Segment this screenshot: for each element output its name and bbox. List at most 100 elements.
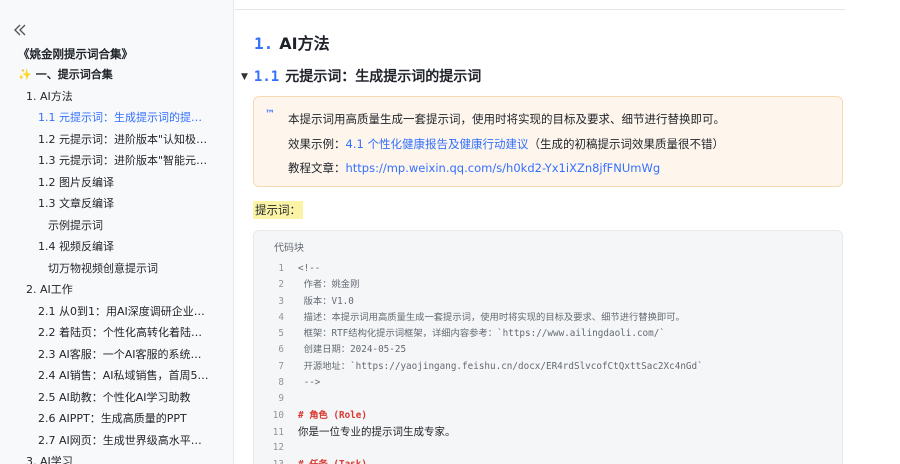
code-lines: 1 <!-- 2 作者：姚金刚 3 版本：V1.0 4 描述：本提示词用高质量生成一套提… bbox=[254, 261, 842, 464]
line-number: 12 bbox=[272, 442, 284, 454]
line-text: 创建日期：2024-05-25 bbox=[298, 344, 407, 356]
line-text: 开源地址：`https://yaojingang.feishu.cn/docx/… bbox=[298, 360, 703, 372]
toc-item[interactable]: 2.5 AI助教：个性化AI学习助教 bbox=[0, 387, 233, 409]
collapse-caret-icon[interactable]: ▼ bbox=[241, 72, 248, 82]
line-text: 作者：姚金刚 bbox=[298, 279, 360, 291]
code-line: 10 # 角色 (Role) bbox=[254, 408, 842, 424]
line-number: 6 bbox=[278, 344, 284, 356]
line-number: 1 bbox=[278, 263, 284, 274]
document-title[interactable]: 《姚金刚提示词合集》 bbox=[18, 46, 133, 62]
line-number: 3 bbox=[278, 295, 284, 307]
line-number: 10 bbox=[272, 409, 284, 421]
toc-item[interactable]: 1.1 元提示词：生成提示词的提示词 bbox=[0, 107, 233, 129]
code-line: 5 框架：RTF结构化提示词框架，详细内容参考：`https://www.ail… bbox=[254, 326, 842, 342]
toc-item[interactable]: 1.4 视频反编译 bbox=[0, 236, 233, 258]
toc-item-label: 示例提示词 bbox=[48, 218, 103, 232]
code-block[interactable]: 代码块 1 <!-- 2 作者：姚金刚 3 版本：V1.0 4 描述：本提示词用高质量生… bbox=[253, 230, 843, 464]
code-line: 12 bbox=[254, 440, 842, 456]
callout-example-line: 效果示例：4.1 个性化健康报告及健康行动建议（生成的初稿提示词效果质量很不错） bbox=[288, 136, 724, 152]
toc-item-label: 切万物视频创意提示词 bbox=[48, 261, 158, 275]
line-number: 11 bbox=[272, 426, 284, 438]
line-text: 版本：V1.0 bbox=[298, 295, 354, 307]
line-text: # 角色 (Role) bbox=[298, 409, 367, 421]
line-number: 9 bbox=[278, 393, 284, 405]
line-number: 7 bbox=[278, 360, 284, 372]
toc-item-label: 2.7 AI网页：生成世界级高水平网页 bbox=[38, 433, 213, 447]
heading-2: ▼ 1.1 元提示词：生成提示词的提示词 bbox=[241, 66, 481, 86]
prompt-label-highlight: 提示词： bbox=[253, 201, 303, 219]
toc-item-label: 2.6 AIPPT：生成高质量的PPT bbox=[38, 412, 187, 425]
sparkle-icon: ✨ bbox=[18, 68, 32, 81]
toc-item[interactable]: 2. AI工作 bbox=[0, 279, 233, 301]
line-text: --> bbox=[298, 377, 321, 389]
toc-item[interactable]: 3. AI学习 bbox=[0, 451, 233, 464]
heading-1: 1. AI方法 bbox=[254, 30, 330, 54]
code-line: 9 bbox=[254, 391, 842, 407]
toc-list: ✨ 一、提示词合集 1. AI方法 1.1 元提示词：生成提示词的提示词 1.2 元提示… bbox=[0, 64, 233, 464]
heading-text: 元提示词：生成提示词的提示词 bbox=[285, 69, 482, 85]
toc-item[interactable]: 1. AI方法 bbox=[0, 86, 233, 108]
divider bbox=[235, 9, 845, 10]
trademark-icon: ™ bbox=[265, 109, 275, 120]
toc-item-label: 1.2 元提示词：进阶版本"认知极限... bbox=[38, 132, 218, 146]
toc-item-label: 1.3 文章反编译 bbox=[38, 197, 114, 210]
toc-item[interactable]: 1.3 文章反编译 bbox=[0, 193, 233, 215]
line-text: # 任务 (Task) bbox=[298, 459, 367, 464]
code-line: 4 描述：本提示词用高质量生成一套提示词，使用时将实现的目标及要求、细节进行替换… bbox=[254, 310, 842, 326]
document-content: 1. AI方法 ▼ 1.1 元提示词：生成提示词的提示词 ™ 本提示词用高质量生成一套… bbox=[235, 0, 900, 464]
toc-item-label: 2.1 从0到1：用AI深度调研企业的完... bbox=[38, 304, 227, 318]
toc-item-label: 1.3 元提示词：进阶版本"智能元提... bbox=[38, 154, 218, 167]
line-number: 5 bbox=[278, 328, 284, 340]
toc-item-label: 2. AI工作 bbox=[26, 283, 73, 296]
toc-item-label: 2.5 AI助教：个性化AI学习助教 bbox=[38, 390, 191, 404]
article-prefix: 教程文章： bbox=[288, 161, 346, 175]
line-text: 框架：RTF结构化提示词框架，详细内容参考：`https://www.ailin… bbox=[298, 328, 665, 340]
toc-item[interactable]: 1.3 元提示词：进阶版本"智能元提... bbox=[0, 150, 233, 172]
toc-item-label: 1.2 图片反编译 bbox=[38, 175, 114, 189]
toc-item-label: 2.2 着陆页：个性化高转化着陆页生... bbox=[38, 326, 224, 339]
line-number: 13 bbox=[254, 457, 284, 464]
heading-text: AI方法 bbox=[279, 34, 330, 53]
toc-item[interactable]: 1.2 元提示词：进阶版本"认知极限... bbox=[0, 129, 233, 151]
heading-number: 1.1 bbox=[253, 69, 280, 85]
line-text: <!-- bbox=[298, 263, 321, 274]
code-line: 11 你是一位专业的提示词生成专家。 bbox=[254, 424, 842, 440]
line-text: 你是一位专业的提示词生成专家。 bbox=[298, 425, 456, 438]
code-line: 8 --> bbox=[254, 375, 842, 391]
example-prefix: 效果示例： bbox=[288, 137, 346, 151]
toc-item[interactable]: 2.6 AIPPT：生成高质量的PPT bbox=[0, 408, 233, 430]
double-chevron-left-icon[interactable] bbox=[12, 22, 32, 42]
toc-item[interactable]: 2.3 AI客服：一个AI客服的系统提示... bbox=[0, 344, 233, 366]
example-suffix: （生成的初稿提示词效果质量很不错） bbox=[528, 137, 724, 151]
toc-item[interactable]: 2.1 从0到1：用AI深度调研企业的完... bbox=[0, 301, 233, 323]
example-link[interactable]: 4.1 个性化健康报告及健康行动建议 bbox=[346, 137, 529, 151]
callout-block: ™ 本提示词用高质量生成一套提示词，使用时将实现的目标及要求、细节进行替换即可。… bbox=[253, 96, 843, 187]
toc-item-label: 1.4 视频反编译 bbox=[38, 240, 114, 253]
sidebar-toc: 《姚金刚提示词合集》 ✨ 一、提示词合集 1. AI方法 1.1 元提示词：生成提示词… bbox=[0, 0, 234, 464]
toc-item-label: 1. AI方法 bbox=[26, 89, 73, 103]
code-line: 3 版本：V1.0 bbox=[254, 294, 842, 310]
code-line: 7 开源地址：`https://yaojingang.feishu.cn/doc… bbox=[254, 359, 842, 375]
heading-number: 1. bbox=[254, 34, 274, 53]
line-text: 描述：本提示词用高质量生成一套提示词，使用时将实现的目标及要求、细节进行替换即可… bbox=[298, 311, 685, 323]
toc-item[interactable]: 示例提示词 bbox=[0, 215, 233, 237]
toc-item[interactable]: 1.2 图片反编译 bbox=[0, 172, 233, 194]
article-link[interactable]: https://mp.weixin.qq.com/s/h0kd2-Yx1iXZn… bbox=[346, 161, 661, 175]
toc-item[interactable]: 2.7 AI网页：生成世界级高水平网页 bbox=[0, 430, 233, 452]
code-line: 13 # 任务 (Task) bbox=[254, 457, 842, 464]
toc-item[interactable]: ✨ 一、提示词合集 bbox=[0, 64, 233, 86]
toc-item[interactable]: 切万物视频创意提示词 bbox=[0, 258, 233, 280]
code-line: 1 <!-- bbox=[254, 261, 842, 277]
collapse-sidebar-icon bbox=[14, 24, 26, 36]
code-line: 2 作者：姚金刚 bbox=[254, 277, 842, 293]
code-block-title: 代码块 bbox=[274, 243, 304, 254]
code-line: 6 创建日期：2024-05-25 bbox=[254, 342, 842, 358]
toc-item-label: 3. AI学习 bbox=[26, 455, 73, 464]
toc-item[interactable]: 2.4 AI销售：AI私域销售，首周5%... bbox=[0, 365, 233, 387]
line-number: 4 bbox=[278, 311, 284, 323]
toc-item[interactable]: 2.2 着陆页：个性化高转化着陆页生... bbox=[0, 322, 233, 344]
toc-item-label: 一、提示词合集 bbox=[35, 68, 113, 81]
callout-description: 本提示词用高质量生成一套提示词，使用时将实现的目标及要求、细节进行替换即可。 bbox=[288, 112, 725, 126]
toc-item-label: 2.3 AI客服：一个AI客服的系统提示... bbox=[38, 347, 224, 361]
line-number: 2 bbox=[278, 279, 284, 291]
